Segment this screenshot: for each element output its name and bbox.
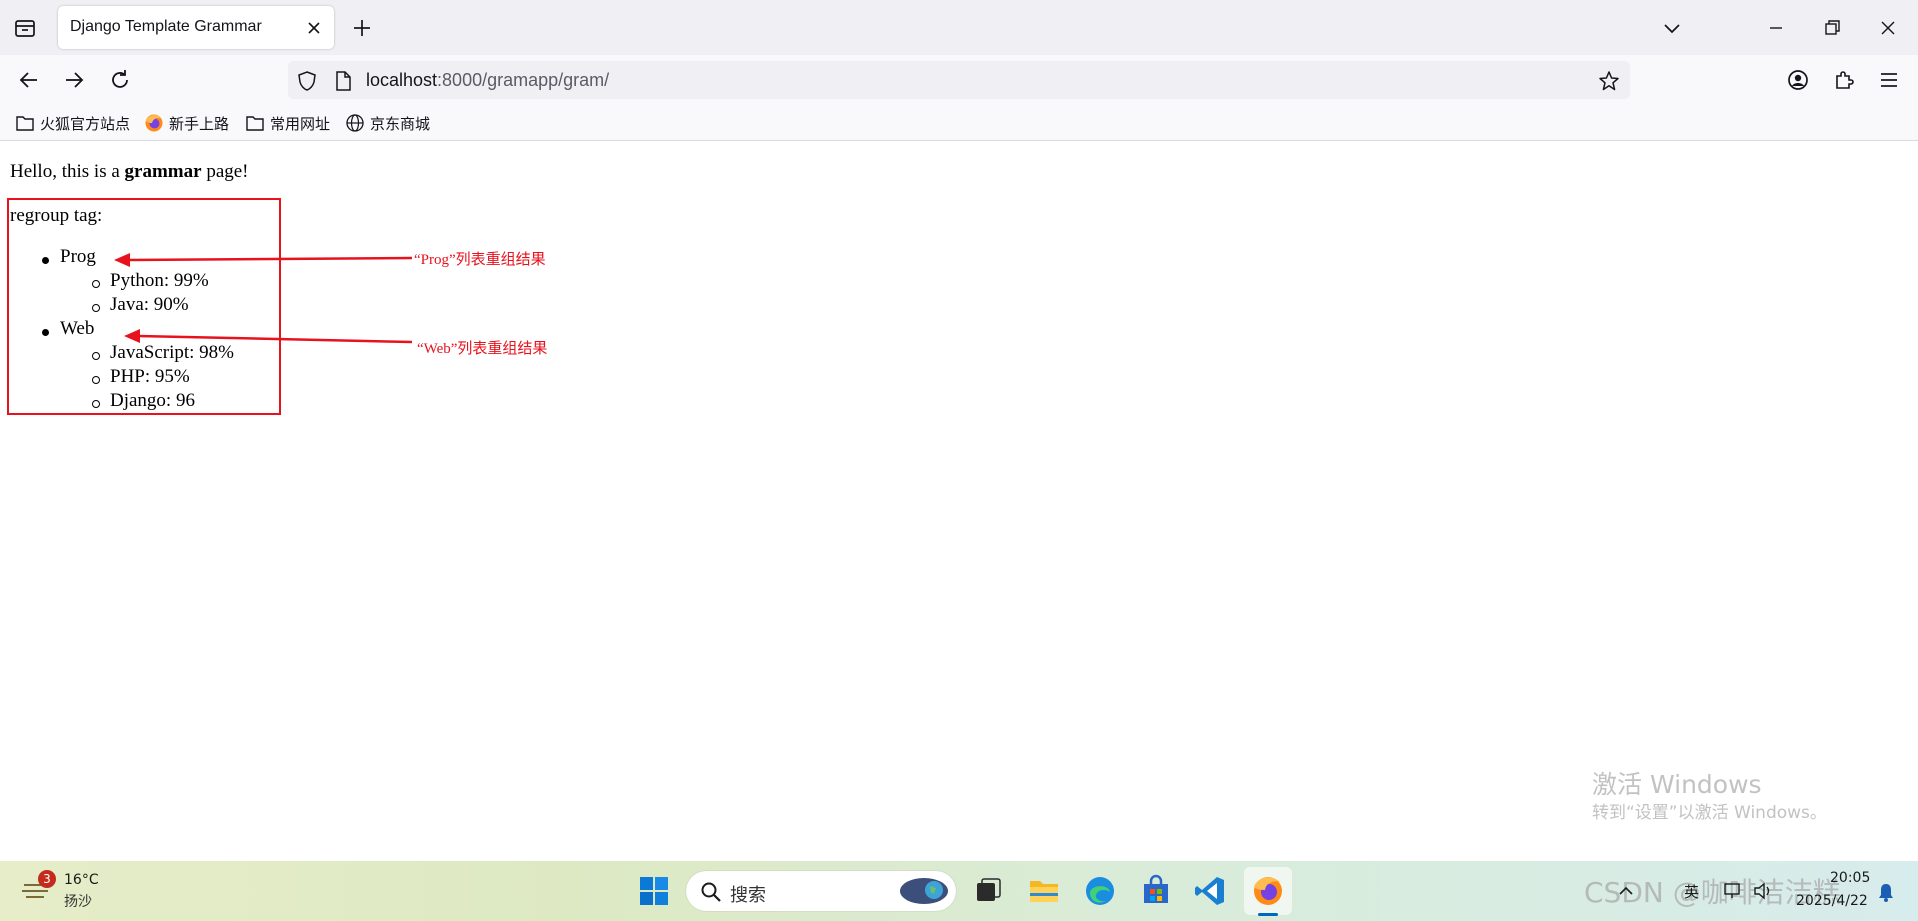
weather-alert-badge: 3	[38, 870, 56, 888]
star-bookmark-icon[interactable]	[1598, 70, 1620, 92]
list-item-text: PHP: 95%	[110, 366, 190, 387]
disc-bullet	[42, 329, 49, 336]
annotation-web: “Web”列表重组结果	[417, 341, 548, 357]
close-icon[interactable]	[304, 18, 324, 38]
notification-bell-icon[interactable]	[1876, 881, 1896, 903]
tab-django-template-grammar[interactable]: Django Template Grammar	[58, 6, 334, 49]
reload-icon[interactable]	[107, 67, 133, 93]
windows-start-icon[interactable]	[636, 873, 672, 909]
tab-title: Django Template Grammar	[70, 18, 262, 35]
task-view-icon[interactable]	[970, 873, 1006, 909]
clock-date[interactable]: 2025/4/22	[1796, 893, 1868, 909]
bookmarks-toolbar: 火狐官方站点 新手上路 常用网址 京东商城	[0, 105, 1918, 141]
globe-icon	[346, 114, 364, 132]
weather-condition[interactable]: 扬沙	[64, 891, 92, 911]
url-path: :8000/gramapp/gram/	[437, 70, 610, 90]
greeting-prefix: Hello, this is a	[10, 161, 125, 182]
url-text[interactable]: localhost:8000/gramapp/gram/	[366, 70, 609, 91]
ime-indicator[interactable]: 英	[1684, 881, 1699, 902]
window-close-icon[interactable]	[1874, 14, 1902, 42]
chevron-down-icon[interactable]	[1660, 16, 1684, 40]
circle-bullet	[92, 400, 100, 408]
greeting-bold-word: grammar	[124, 161, 202, 182]
group-name: Web	[60, 318, 95, 339]
extensions-puzzle-icon[interactable]	[1831, 67, 1857, 93]
clock-time[interactable]: 20:05	[1830, 870, 1870, 886]
windows-taskbar: 3 16°C 扬沙 搜索 CSDN @咖啡洁洁糕 英 20:05 2025/4/…	[0, 861, 1918, 921]
section-title: regroup tag:	[10, 205, 103, 226]
bookmark-label: 京东商城	[370, 114, 431, 133]
list-item-text: Django: 96	[110, 390, 195, 411]
tab-manager-icon[interactable]	[12, 16, 38, 40]
greeting-suffix: page!	[201, 161, 249, 182]
search-placeholder: 搜索	[730, 885, 766, 906]
chevron-up-icon[interactable]	[1616, 881, 1636, 901]
annotation-prog: “Prog”列表重组结果	[414, 252, 546, 268]
bookmark-label: 新手上路	[169, 114, 230, 133]
restore-icon[interactable]	[1818, 14, 1846, 42]
firefox-icon	[145, 114, 163, 132]
account-icon[interactable]	[1785, 67, 1811, 93]
activation-watermark-title: 激活 Windows	[1592, 770, 1762, 799]
bookmark-firefox-official[interactable]: 火狐官方站点	[15, 112, 130, 134]
list-item-text: Python: 99%	[110, 270, 209, 291]
list-item-text: JavaScript: 98%	[110, 342, 235, 363]
web-page-content: Hello, this is a grammar page! regroup t…	[0, 141, 1918, 861]
bookmark-jd-mall[interactable]: 京东商城	[345, 112, 430, 134]
minimize-icon[interactable]	[1762, 14, 1790, 42]
activation-watermark-subtitle: 转到“设置”以激活 Windows。	[1592, 803, 1827, 823]
microsoft-store-icon[interactable]	[1138, 873, 1174, 909]
volume-icon[interactable]	[1752, 881, 1774, 901]
bookmark-label: 火狐官方站点	[40, 114, 131, 133]
folder-icon	[246, 116, 264, 131]
edge-browser-icon[interactable]	[1082, 873, 1118, 909]
folder-icon	[16, 116, 34, 131]
file-explorer-icon[interactable]	[1026, 873, 1062, 909]
navigation-toolbar: localhost:8000/gramapp/gram/	[0, 55, 1918, 105]
search-highlight-globe-icon	[900, 878, 948, 904]
bookmark-getting-started[interactable]: 新手上路	[144, 112, 229, 134]
bookmark-common-sites[interactable]: 常用网址	[245, 112, 330, 134]
vscode-icon[interactable]	[1192, 873, 1228, 909]
bookmark-label: 常用网址	[270, 114, 331, 133]
firefox-taskbar-icon[interactable]	[1250, 873, 1286, 909]
active-app-indicator	[1258, 913, 1278, 916]
circle-bullet	[92, 280, 100, 288]
group-name: Prog	[60, 246, 96, 267]
disc-bullet	[42, 257, 49, 264]
address-bar[interactable]: localhost:8000/gramapp/gram/	[288, 61, 1630, 99]
new-tab-plus-icon[interactable]	[350, 16, 374, 40]
page-info-icon[interactable]	[332, 70, 354, 92]
network-icon[interactable]	[1722, 881, 1744, 901]
list-item-text: Java: 90%	[110, 294, 189, 315]
search-icon	[701, 882, 721, 902]
weather-temperature[interactable]: 16°C	[64, 872, 99, 888]
hamburger-menu-icon[interactable]	[1876, 67, 1902, 93]
shield-icon[interactable]	[296, 70, 318, 92]
circle-bullet	[92, 304, 100, 312]
back-arrow-icon[interactable]	[16, 67, 42, 93]
circle-bullet	[92, 352, 100, 360]
url-host: localhost	[366, 70, 438, 90]
forward-arrow-icon[interactable]	[61, 67, 87, 93]
greeting-text: Hello, this is a grammar page!	[10, 161, 249, 183]
circle-bullet	[92, 376, 100, 384]
taskbar-search-box[interactable]: 搜索	[686, 871, 956, 911]
tab-bar: Django Template Grammar	[0, 0, 1918, 55]
